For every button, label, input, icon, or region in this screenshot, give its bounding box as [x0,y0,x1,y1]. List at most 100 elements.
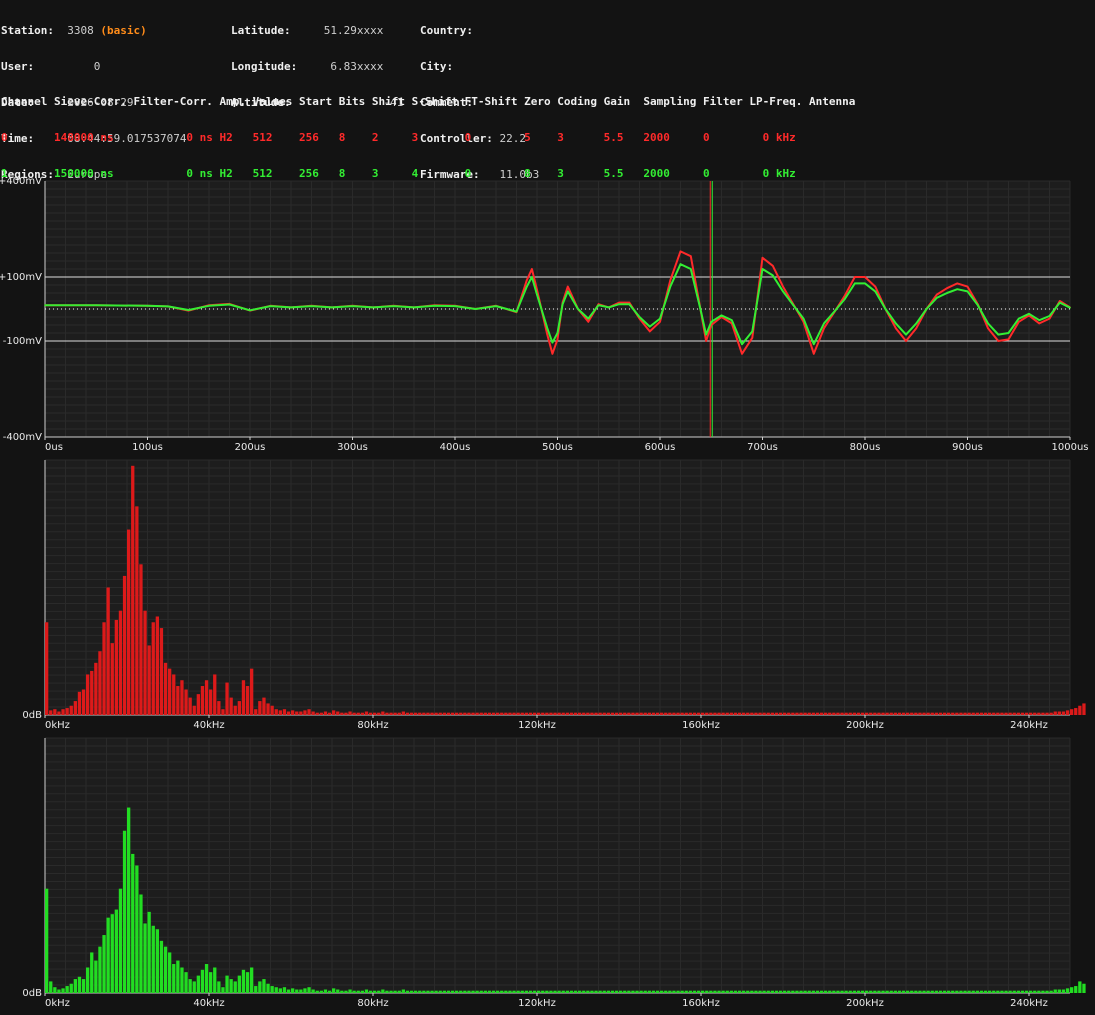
data-point-ch1 [546,327,549,330]
spectrum-bar-ch0 [1000,712,1004,715]
spectrum-bar-ch0 [479,712,483,715]
spectrum-bar-ch0 [877,712,881,715]
data-point-ch1 [531,276,533,278]
spectrum-bar-ch0 [1033,712,1037,715]
spectrum-bar-ch0 [319,712,323,715]
spectrum-bar-ch0 [143,610,147,715]
spectrum-bar-ch0 [282,709,287,715]
x-tick-label: 0us [45,442,63,453]
spectrum-bar-ch1 [459,990,463,993]
spectrum-bar-ch1 [573,990,578,993]
spectrum-bar-ch1 [1061,989,1066,993]
spectrum-bar-ch1 [860,990,865,993]
spectrum-bar-ch0 [947,712,951,715]
spectrum-bar-ch0 [737,712,742,715]
data-point-ch1 [495,305,497,307]
x-tick-label: 160kHz [682,998,720,1009]
spectrum-bar-ch0 [955,712,959,715]
spectrum-bar-ch0 [996,712,1000,715]
spectrum-bar-ch0 [930,712,934,715]
data-point-ch1 [823,322,825,325]
spectrum-bar-ch1 [528,990,533,993]
spectrum-bar-ch0 [377,712,381,715]
spectrum-bar-ch1 [930,990,934,993]
spectrum-bar-ch1 [1070,987,1074,993]
spectrum-bar-ch1 [250,967,254,993]
data-point-ch1 [310,305,313,307]
spectrum-bar-ch0 [295,711,299,715]
spectrum-bar-ch1 [118,888,123,993]
y-tick-label: 0dB [22,710,42,721]
spectrum-bar-ch0 [844,712,848,715]
spectrum-bar-ch1 [426,990,430,993]
data-point-ch1 [946,292,948,294]
spectrum-bar-ch1 [106,917,110,993]
data-point-ch0 [1038,322,1041,325]
spectrum-bar-ch0 [340,712,344,715]
spectrum-bar-ch1 [69,983,73,993]
spectrum-bar-ch1 [856,990,861,993]
spectrum-bar-ch1 [332,988,336,993]
spectrum-bar-ch1 [422,990,426,993]
spectrum-bar-ch1 [122,830,127,993]
spectrum-bar-ch1 [352,990,356,993]
spectrum-bar-ch1 [1016,990,1020,993]
spectrum-bar-ch1 [709,990,713,993]
spectrum-bar-ch1 [897,990,902,993]
x-tick-label: 900us [952,442,983,453]
spectrum-bar-ch0 [1049,712,1053,715]
spectrum-bar-ch1 [643,990,647,993]
spectrum-bar-ch0 [475,712,479,715]
spectrum-bar-ch0 [1020,712,1025,715]
spectrum-bar-ch1 [696,990,701,993]
spectrum-bar-ch1 [381,989,385,993]
data-point-ch1 [628,303,631,306]
spectrum-bar-ch0 [1029,712,1033,715]
spectrum-bar-ch1 [983,990,988,993]
spectrum-bar-ch1 [1057,989,1061,993]
spectrum-bar-ch0 [778,712,783,715]
spectrum-bar-ch1 [1045,990,1049,993]
spectrum-bar-ch0 [1082,703,1086,715]
data-point-ch0 [905,340,907,342]
spectrum-bar-ch0 [914,712,918,715]
spectrum-bar-ch1 [988,990,992,993]
spectrum-bar-ch0 [299,711,303,715]
spectrum-bar-ch0 [696,712,701,715]
spectrum-bar-ch0 [799,712,803,715]
spectrum-bar-ch0 [237,701,241,715]
spectrum-bar-ch0 [901,712,906,715]
data-point-ch1 [679,263,682,266]
spectrum-bar-ch1 [168,952,172,993]
spectrum-bar-ch1 [815,990,820,993]
data-point-ch1 [228,303,231,306]
spectrum-bar-ch1 [774,990,779,993]
spectrum-bar-ch0 [504,712,508,715]
spectrum-bar-ch1 [159,940,164,993]
spectrum-bar-ch1 [623,990,627,993]
x-tick-label: 0kHz [45,998,70,1009]
spectrum-bar-ch0 [196,694,200,715]
spectrum-bar-ch1 [1037,990,1041,993]
spectrum-bar-ch1 [286,989,291,993]
spectrum-bar-ch1 [180,967,184,993]
spectrum-bar-ch0 [434,712,438,715]
spectrum-bar-ch0 [942,712,947,715]
spectrum-bar-ch1 [245,972,250,993]
spectrum-bar-ch0 [1037,712,1041,715]
spectrum-bar-ch0 [127,529,131,715]
data-point-ch1 [771,274,774,277]
spectrum-bar-ch1 [565,990,569,993]
y-tick-label: -400mV [3,432,42,443]
data-point-ch1 [782,290,784,293]
spectrum-bar-ch1 [221,987,225,993]
data-point-ch1 [741,343,743,346]
x-tick-label: 120kHz [518,998,556,1009]
spectrum-bar-ch0 [676,712,680,715]
spectrum-bar-ch1 [299,989,303,993]
spectrum-bar-ch1 [114,909,118,993]
spectrum-bar-ch0 [483,712,487,715]
data-point-ch1 [894,322,897,325]
data-point-ch1 [290,306,292,309]
spectrum-bar-ch0 [163,662,168,715]
